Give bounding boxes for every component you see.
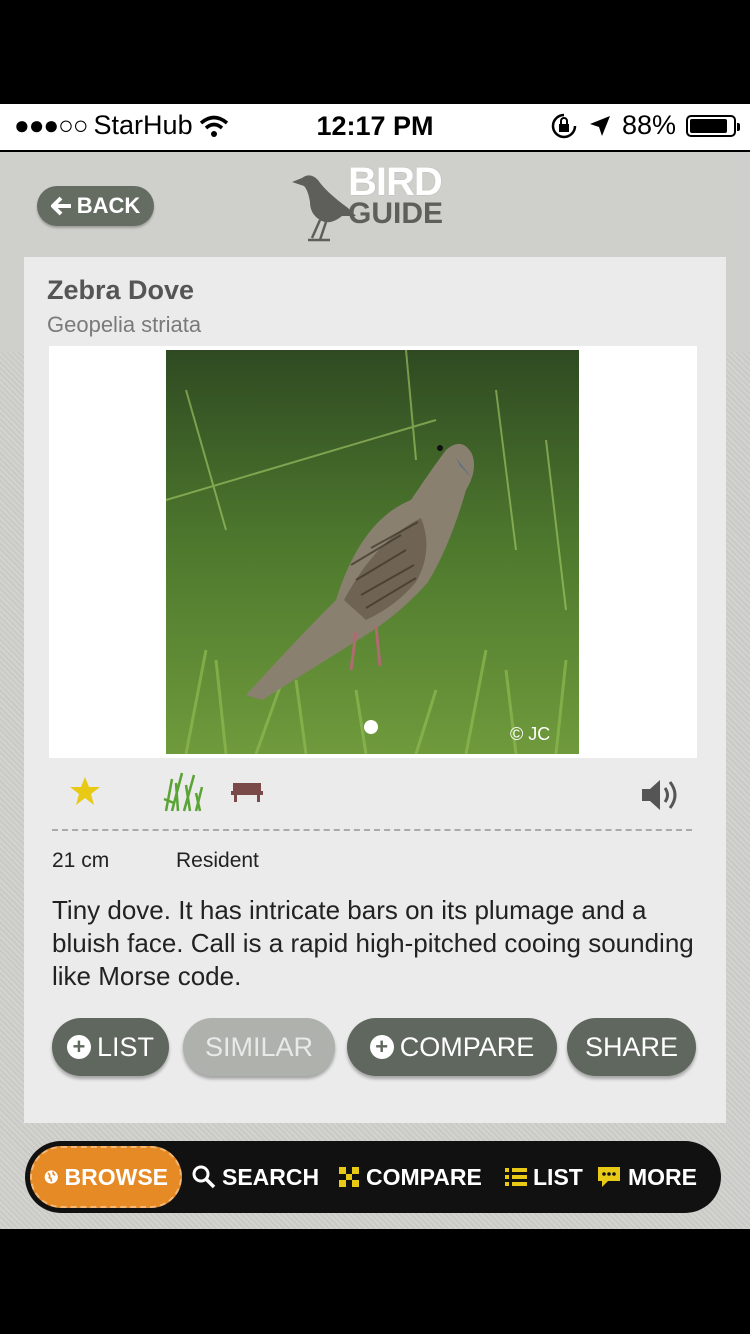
share-button[interactable]: SHARE	[567, 1018, 696, 1076]
tab-browse[interactable]: BROWSE	[30, 1146, 182, 1208]
similar-button[interactable]: SIMILAR	[183, 1018, 335, 1076]
bird-guide-logo: BIRD GUIDE	[290, 160, 460, 242]
tab-bar: BROWSE SEARCH COMPARE LIST MORE	[25, 1141, 721, 1213]
battery-percent: 88%	[621, 110, 676, 140]
star-icon	[70, 777, 100, 805]
species-common-name: Zebra Dove	[47, 275, 195, 305]
bird-photo[interactable]: © JC	[166, 350, 579, 754]
bird-status: Resident	[176, 849, 259, 872]
back-button[interactable]: BACK	[37, 186, 154, 226]
logo-text: BIRD GUIDE	[348, 160, 444, 232]
similar-button-label: SIMILAR	[204, 1031, 314, 1062]
location-arrow-icon	[589, 115, 610, 136]
back-label: BACK	[76, 193, 141, 218]
plus-icon: +	[369, 1035, 394, 1059]
search-icon	[192, 1165, 216, 1189]
compare-grid-icon	[339, 1167, 359, 1187]
logo-line1: BIRD	[348, 160, 443, 204]
photo-credit: © JC	[510, 724, 550, 744]
grass-habitat-icon	[163, 772, 204, 812]
tab-search[interactable]: SEARCH	[192, 1141, 319, 1213]
tab-more[interactable]: MORE	[596, 1141, 697, 1213]
status-right: 88%	[550, 110, 740, 141]
add-to-list-button[interactable]: + LIST	[52, 1018, 169, 1076]
battery-icon	[686, 114, 740, 137]
tab-more-label: MORE	[628, 1163, 697, 1190]
list-icon	[505, 1168, 527, 1186]
species-card: Zebra Dove Geopelia striata © JC 21 cm R…	[24, 257, 726, 1123]
bird-description: Tiny dove. It has intricate bars on its …	[52, 895, 694, 991]
tab-compare[interactable]: COMPARE	[338, 1141, 482, 1213]
attribute-icons	[24, 767, 726, 817]
photo-gallery[interactable]: © JC	[49, 346, 697, 758]
gallery-page-dot	[364, 720, 378, 734]
battery-fill	[690, 118, 727, 133]
globe-icon	[44, 1170, 58, 1184]
add-to-compare-button[interactable]: + COMPARE	[347, 1018, 557, 1076]
tab-search-label: SEARCH	[222, 1163, 320, 1190]
logo-line2: GUIDE	[348, 197, 444, 230]
speaker-sound-icon[interactable]	[640, 777, 680, 813]
bench-park-icon	[231, 783, 263, 802]
back-arrow-icon	[50, 196, 71, 216]
tab-compare-label: COMPARE	[366, 1163, 482, 1190]
tab-list-label: LIST	[533, 1163, 583, 1190]
share-button-label: SHARE	[584, 1031, 679, 1062]
speech-bubble-icon	[598, 1167, 620, 1187]
bird-size: 21 cm	[52, 849, 110, 872]
divider	[52, 829, 692, 831]
compare-button-label: COMPARE	[399, 1031, 535, 1062]
tab-list[interactable]: LIST	[505, 1141, 583, 1213]
app-screen: BACK BIRD GUIDE Zebra Dove Geopelia stri…	[0, 152, 750, 1229]
list-button-label: LIST	[96, 1031, 155, 1062]
status-bar: ●●●○○ StarHub 12:17 PM 88%	[0, 104, 750, 152]
bird-photo-image: © JC	[166, 350, 579, 754]
rotation-lock-icon	[551, 113, 577, 138]
plus-icon: +	[66, 1035, 91, 1059]
species-scientific-name: Geopelia striata	[47, 312, 202, 337]
tab-browse-label: BROWSE	[64, 1163, 169, 1190]
